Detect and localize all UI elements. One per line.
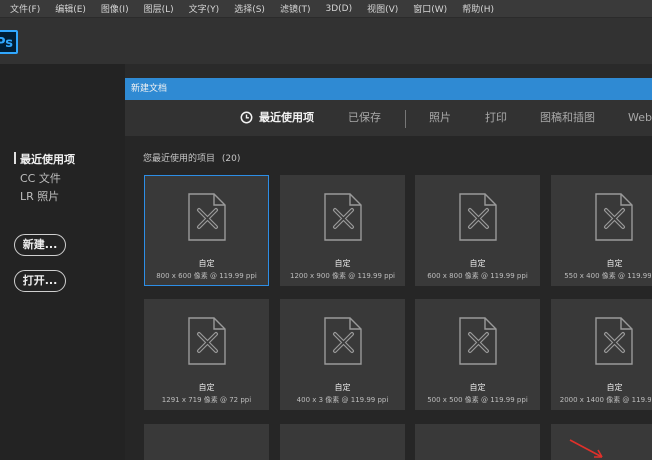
preset-size: 1200 x 900 像素 @ 119.99 ppi xyxy=(290,272,395,280)
start-left-panel xyxy=(0,64,125,460)
preset-name: 自定 xyxy=(198,259,215,268)
preset-card[interactable]: 自定 500 x 500 像素 @ 119.99 ppi xyxy=(415,299,540,410)
menu-filter[interactable]: 滤镜(T) xyxy=(270,2,316,15)
active-indicator xyxy=(14,152,16,164)
ps-logo: Ps xyxy=(0,30,18,54)
menu-help[interactable]: 帮助(H) xyxy=(452,2,499,15)
document-icon xyxy=(595,193,633,241)
annotation-arrow-icon xyxy=(569,439,603,458)
tab-print[interactable]: 打印 xyxy=(485,100,507,136)
menu-image[interactable]: 图像(I) xyxy=(91,2,134,15)
new-button[interactable]: 新建... xyxy=(14,234,66,256)
recent-items-count: (20) xyxy=(221,154,241,164)
recent-items-label: 您最近使用的项目 (20) xyxy=(143,151,240,164)
preset-size: 600 x 800 像素 @ 119.99 ppi xyxy=(427,272,528,280)
preset-size: 1291 x 719 像素 @ 72 ppi xyxy=(161,396,252,404)
document-icon xyxy=(188,193,226,241)
menu-file[interactable]: 文件(F) xyxy=(0,2,45,15)
dialog-title: 新建文档 xyxy=(125,78,652,100)
preset-size: 2000 x 1400 像素 @ 119.99 ppi xyxy=(559,396,652,404)
preset-card[interactable]: 自定 400 x 3 像素 @ 119.99 ppi xyxy=(280,299,405,410)
preset-size: 500 x 500 像素 @ 119.99 ppi xyxy=(427,396,528,404)
preset-name: 自定 xyxy=(606,259,623,268)
open-button[interactable]: 打开... xyxy=(14,270,66,292)
document-icon xyxy=(459,193,497,241)
menu-edit[interactable]: 编辑(E) xyxy=(45,2,91,15)
preset-card[interactable]: 自定 2000 x 1400 像素 @ 119.99 ppi xyxy=(551,299,652,410)
menu-type[interactable]: 文字(Y) xyxy=(179,2,225,15)
preset-name: 自定 xyxy=(606,383,623,392)
preset-name: 自定 xyxy=(198,383,215,392)
preset-card[interactable] xyxy=(280,424,405,460)
preset-size: 550 x 400 像素 @ 119.99 ppi xyxy=(564,272,652,280)
document-icon xyxy=(595,317,633,365)
dialog-tabs: 最近使用项 已保存 照片 打印 图稿和插图 Web xyxy=(125,100,652,136)
tab-recent[interactable]: 最近使用项 xyxy=(259,100,314,136)
left-item-recent[interactable]: 最近使用项 xyxy=(20,151,75,167)
tab-art-illustration[interactable]: 图稿和插图 xyxy=(540,100,595,136)
left-item-lr-photos[interactable]: LR 照片 xyxy=(20,188,59,204)
menu-select[interactable]: 选择(S) xyxy=(224,2,270,15)
document-icon xyxy=(324,317,362,365)
clock-icon xyxy=(240,111,253,124)
menu-window[interactable]: 窗口(W) xyxy=(403,2,452,15)
tab-separator xyxy=(405,110,406,128)
menu-3d[interactable]: 3D(D) xyxy=(315,4,357,14)
recent-items-title: 您最近使用的项目 xyxy=(143,154,216,164)
preset-name: 自定 xyxy=(469,383,486,392)
preset-card[interactable] xyxy=(144,424,269,460)
preset-card[interactable]: 自定 1291 x 719 像素 @ 72 ppi xyxy=(144,299,269,410)
preset-card[interactable] xyxy=(415,424,540,460)
preset-card[interactable]: 自定 600 x 800 像素 @ 119.99 ppi xyxy=(415,175,540,286)
app-bar xyxy=(0,18,652,64)
preset-card[interactable]: 自定 1200 x 900 像素 @ 119.99 ppi xyxy=(280,175,405,286)
tab-saved[interactable]: 已保存 xyxy=(348,100,381,136)
preset-name: 自定 xyxy=(469,259,486,268)
menu-bar: 文件(F) 编辑(E) 图像(I) 图层(L) 文字(Y) 选择(S) 滤镜(T… xyxy=(0,0,652,18)
document-icon xyxy=(459,317,497,365)
preset-size: 800 x 600 像素 @ 119.99 ppi xyxy=(156,272,257,280)
menu-view[interactable]: 视图(V) xyxy=(357,2,403,15)
preset-card[interactable]: 自定 800 x 600 像素 @ 119.99 ppi xyxy=(144,175,269,286)
preset-card[interactable]: 自定 550 x 400 像素 @ 119.99 ppi xyxy=(551,175,652,286)
menu-layer[interactable]: 图层(L) xyxy=(134,2,179,15)
document-icon xyxy=(188,317,226,365)
document-icon xyxy=(324,193,362,241)
tab-photo[interactable]: 照片 xyxy=(429,100,451,136)
preset-name: 自定 xyxy=(334,259,351,268)
tab-web[interactable]: Web xyxy=(628,100,652,136)
preset-name: 自定 xyxy=(334,383,351,392)
left-item-cc-files[interactable]: CC 文件 xyxy=(20,170,61,186)
preset-size: 400 x 3 像素 @ 119.99 ppi xyxy=(296,396,389,404)
